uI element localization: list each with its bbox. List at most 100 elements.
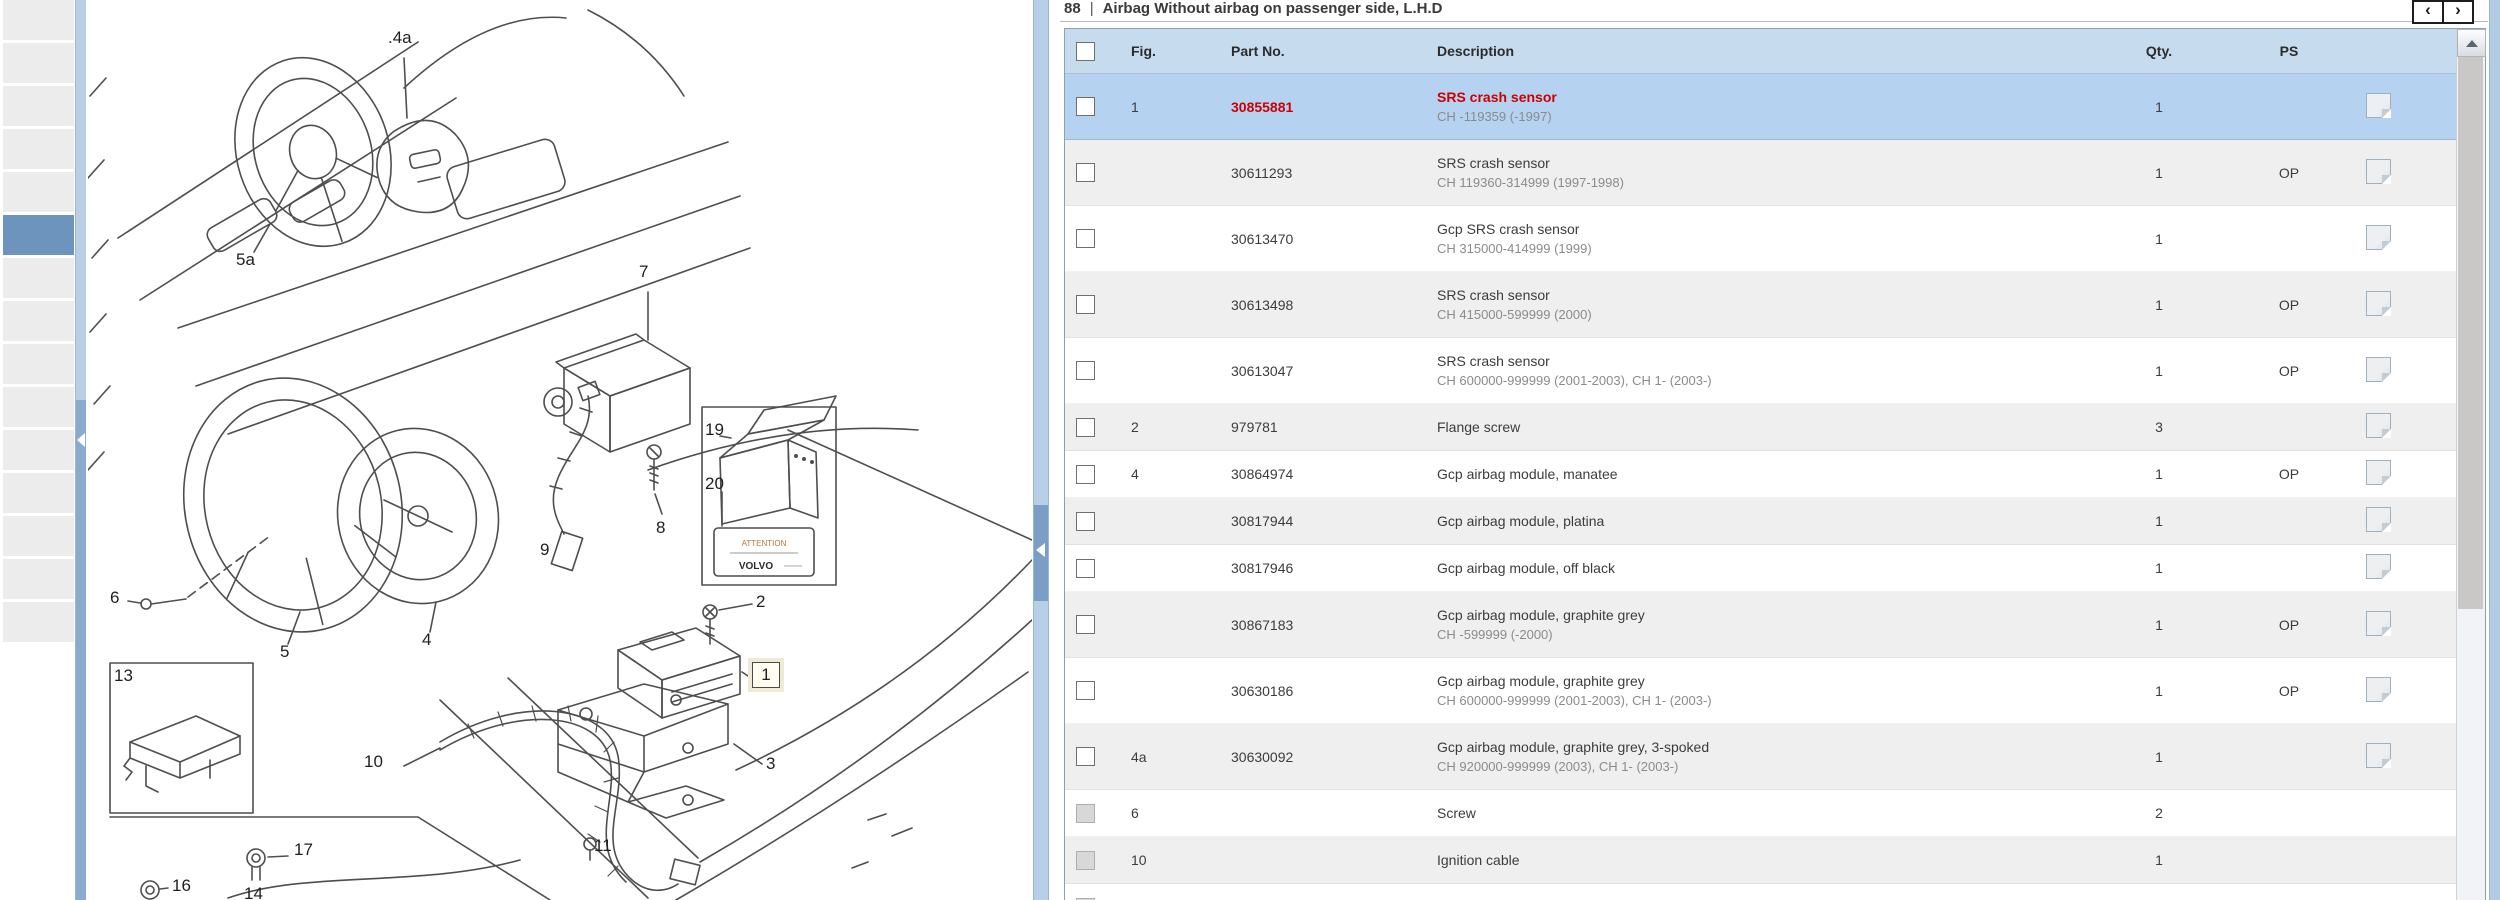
sidebar-item[interactable] — [3, 172, 74, 212]
row-checkbox[interactable] — [1075, 163, 1095, 182]
sidebar-item[interactable] — [3, 387, 74, 427]
diagram-callout[interactable]: 1 — [752, 662, 780, 688]
row-checkbox[interactable] — [1075, 747, 1095, 766]
description-cell: SRS crash sensor CH 600000-999999 (2001-… — [1405, 352, 2104, 390]
note-icon[interactable] — [2366, 224, 2392, 250]
screw-8 — [646, 444, 663, 515]
row-checkbox[interactable] — [1075, 681, 1095, 700]
table-row[interactable]: 11 Clip 1 NS — [1065, 884, 2457, 900]
row-checkbox[interactable] — [1075, 361, 1095, 380]
row-checkbox[interactable] — [1075, 511, 1095, 531]
sidebar-item[interactable] — [3, 473, 74, 513]
description-text: SRS crash sensor — [1437, 88, 1557, 105]
table-row[interactable]: 30613047 SRS crash sensor CH 600000-9999… — [1065, 338, 2457, 404]
table-row[interactable]: 2 979781 Flange screw 3 — [1065, 404, 2457, 451]
select-all-checkbox[interactable] — [1075, 41, 1095, 61]
table-row[interactable]: 4a 30630092 Gcp airbag module, graphite … — [1065, 724, 2457, 790]
description-text: Gcp airbag module, graphite grey — [1437, 672, 1645, 689]
description-text: SRS crash sensor — [1437, 352, 1550, 369]
note-icon[interactable] — [2366, 554, 2392, 579]
airbag-exploded-diagram: ATTENTION VOLVO — [88, 9, 1032, 900]
note-icon[interactable] — [2366, 742, 2392, 768]
fig-cell: 6 — [1131, 805, 1139, 821]
note-icon[interactable] — [2366, 507, 2392, 532]
note-icon[interactable] — [2366, 413, 2392, 438]
qty-cell: 1 — [2155, 466, 2163, 482]
sidebar-item[interactable] — [3, 86, 74, 126]
table-row[interactable]: 10 Ignition cable 1 — [1065, 837, 2457, 884]
sticker-attention-text: ATTENTION — [742, 539, 787, 548]
description-text: Ignition cable — [1437, 851, 1520, 868]
note-icon[interactable] — [2366, 356, 2392, 382]
panel-collapse-icon[interactable] — [1036, 543, 1045, 557]
sidebar-item[interactable] — [3, 516, 74, 556]
diagram-callout: 4 — [422, 630, 432, 649]
table-row[interactable]: 30630186 Gcp airbag module, graphite gre… — [1065, 658, 2457, 724]
panel-divider-scrollbar[interactable] — [1033, 0, 1049, 900]
sidebar-item[interactable] — [3, 258, 74, 298]
sidebar-item[interactable] — [3, 602, 74, 642]
sidebar-item-selected[interactable] — [3, 215, 74, 255]
table-row[interactable]: 30867183 Gcp airbag module, graphite gre… — [1065, 592, 2457, 658]
sidebar-scrollbar[interactable] — [75, 0, 86, 900]
row-checkbox[interactable] — [1075, 464, 1095, 484]
fig-cell: 2 — [1131, 419, 1139, 435]
table-row[interactable]: 1 30855881 SRS crash sensor CH -119359 (… — [1065, 74, 2457, 140]
table-scrollbar[interactable] — [2456, 29, 2487, 900]
bracket-3 — [557, 683, 763, 819]
table-row[interactable]: 30613470 Gcp SRS crash sensor CH 315000-… — [1065, 206, 2457, 272]
diagram-callout: 10 — [364, 752, 383, 771]
row-checkbox[interactable] — [1075, 615, 1095, 634]
qty-cell: 1 — [2155, 164, 2163, 181]
table-row[interactable]: 30611293 SRS crash sensor CH 119360-3149… — [1065, 140, 2457, 206]
sidebar-scrollbar-thumb[interactable] — [76, 400, 86, 900]
row-checkbox[interactable] — [1075, 229, 1095, 248]
description-detail: CH -119359 (-1997) — [1437, 108, 1552, 124]
sidebar-item[interactable] — [3, 559, 74, 599]
qty-cell: 1 — [2155, 560, 2163, 576]
row-checkbox[interactable] — [1075, 97, 1095, 116]
note-icon[interactable] — [2366, 610, 2392, 636]
description-cell: Gcp airbag module, graphite grey CH -599… — [1405, 606, 2104, 644]
sidebar-collapse-icon[interactable] — [77, 433, 85, 447]
sidebar-item[interactable] — [3, 301, 74, 341]
row-checkbox[interactable] — [1075, 295, 1095, 314]
qty-cell: 1 — [2155, 362, 2163, 379]
qty-cell: 1 — [2155, 682, 2163, 699]
note-icon[interactable] — [2366, 92, 2392, 118]
row-checkbox[interactable] — [1075, 417, 1095, 437]
qty-cell: 3 — [2155, 419, 2163, 435]
note-icon[interactable] — [2366, 676, 2392, 702]
qty-cell: 1 — [2155, 616, 2163, 633]
parts-table-body: 1 30855881 SRS crash sensor CH -119359 (… — [1065, 74, 2457, 900]
table-row[interactable]: 4 30864974 Gcp airbag module, manatee 1 … — [1065, 451, 2457, 498]
sticker-brand-text: VOLVO — [739, 561, 773, 572]
diagram-callout: 11 — [594, 836, 612, 855]
table-row[interactable]: 30817944 Gcp airbag module, platina 1 — [1065, 498, 2457, 545]
clip-16 — [140, 880, 169, 900]
next-figure-button[interactable]: › — [2442, 0, 2474, 24]
sidebar-item[interactable] — [3, 430, 74, 470]
description-text: Gcp airbag module, manatee — [1437, 465, 1618, 482]
table-row[interactable]: 30613498 SRS crash sensor CH 415000-5999… — [1065, 272, 2457, 338]
diagram-callout: 19 — [705, 420, 724, 439]
table-row[interactable]: 6 Screw 2 — [1065, 790, 2457, 837]
sidebar-item[interactable] — [3, 344, 74, 384]
sidebar-item[interactable] — [3, 43, 74, 83]
description-text: SRS crash sensor — [1437, 286, 1550, 303]
diagram-callout: 5a — [236, 250, 255, 269]
row-checkbox[interactable] — [1075, 558, 1095, 578]
table-scrollbar-thumb[interactable] — [2458, 57, 2484, 609]
scroll-up-button[interactable] — [2457, 29, 2487, 57]
sidebar-item[interactable] — [3, 129, 74, 169]
note-icon[interactable] — [2366, 158, 2392, 184]
prev-figure-button[interactable]: ‹ — [2412, 0, 2444, 24]
table-row[interactable]: 30817946 Gcp airbag module, off black 1 — [1065, 545, 2457, 592]
qty-cell: 1 — [2155, 230, 2163, 247]
note-icon[interactable] — [2366, 460, 2392, 485]
description-detail: CH 600000-999999 (2001-2003), CH 1- (200… — [1437, 692, 1712, 708]
sidebar-item[interactable] — [3, 0, 74, 40]
col-header-description: Description — [1437, 42, 1515, 59]
description-cell: Screw — [1405, 804, 2104, 823]
note-icon[interactable] — [2366, 290, 2392, 316]
